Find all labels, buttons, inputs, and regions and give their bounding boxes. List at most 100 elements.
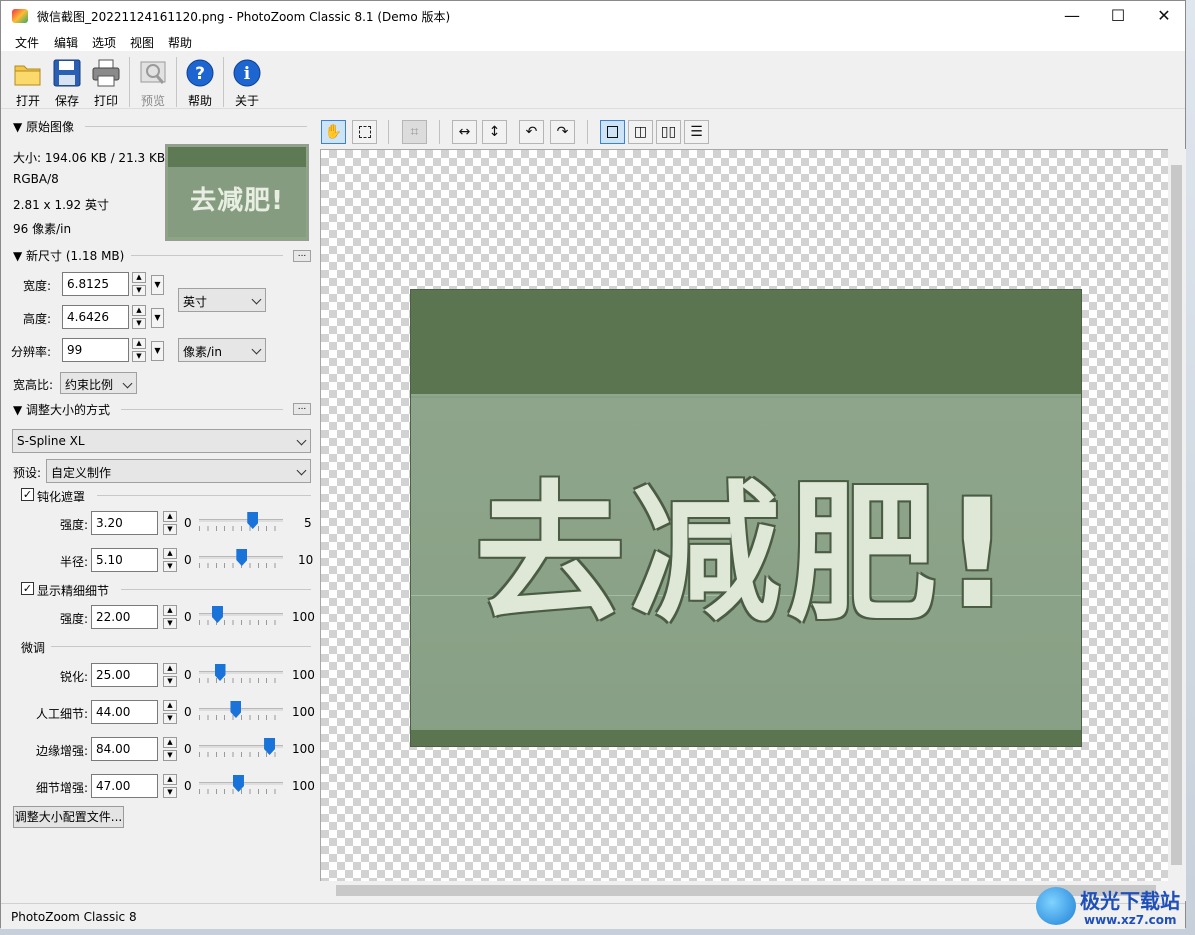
unsharp-mask-checkbox[interactable]: ✓ [21,488,34,501]
watermark-url: www.xz7.com [1084,913,1177,927]
fit-height-button[interactable]: ↕ [482,120,507,144]
divider [51,646,311,647]
artificial-detail-spinner[interactable]: ▲ ▼ [163,700,177,724]
height-unit-dropdown[interactable]: ▼ [151,308,164,328]
toolbar-separator [439,120,440,144]
sharpen-spinner[interactable]: ▲ ▼ [163,663,177,687]
height-label: 高度: [22,312,51,326]
unsharp-strength-slider[interactable] [199,511,283,533]
unsharp-radius-input[interactable]: 5.10 [91,548,158,572]
artificial-detail-slider[interactable] [199,700,283,722]
watermark-logo-icon [1036,887,1076,925]
preview-canvas[interactable]: 去减肥! [320,149,1168,881]
aspect-ratio-select[interactable]: 约束比例 [60,372,137,394]
minimize-button[interactable]: — [1049,1,1095,31]
width-spinner[interactable]: ▲ ▼ [132,272,146,296]
open-button[interactable]: 打开 [8,56,48,108]
slider-min: 0 [184,779,192,793]
menu-view[interactable]: 视图 [130,34,154,51]
new-size-header[interactable]: ▼ 新尺寸 (1.18 MB) [13,247,124,264]
rotate-right-button[interactable]: ↷ [550,120,575,144]
resolution-input[interactable]: 99 [62,338,129,362]
about-button[interactable]: i 关于 [227,56,267,108]
resize-method-select[interactable]: S-Spline XL [12,429,311,453]
original-image-header[interactable]: ▼ 原始图像 [13,118,74,135]
slider-min: 0 [184,610,192,624]
width-input[interactable]: 6.8125 [62,272,129,296]
preview-image-text: 去减肥! [474,468,1018,642]
toolbar-separator [223,57,224,107]
original-thumbnail: 去减肥! [165,144,309,241]
print-button[interactable]: 打印 [86,56,126,108]
menu-options[interactable]: 选项 [92,34,116,51]
vertical-scroll-thumb[interactable] [1171,165,1182,865]
preset-select[interactable]: 自定义制作 [46,459,311,483]
menu-file[interactable]: 文件 [15,34,39,51]
resize-method-options-button[interactable]: ... [293,403,311,415]
artificial-detail-input[interactable]: 44.00 [91,700,158,724]
preview-button[interactable]: 预览 [133,56,173,108]
edge-enhance-spinner[interactable]: ▲ ▼ [163,737,177,761]
fine-detail-spinner[interactable]: ▲ ▼ [163,605,177,629]
unsharp-strength-input[interactable]: 3.20 [91,511,158,535]
unsharp-strength-spinner[interactable]: ▲ ▼ [163,511,177,535]
resize-profiles-button[interactable]: 调整大小配置文件... [13,806,124,828]
save-button[interactable]: 保存 [47,56,87,108]
vertical-scrollbar[interactable] [1168,149,1186,881]
crop-button[interactable]: ⌗ [402,120,427,144]
resolution-dropdown[interactable]: ▼ [151,341,164,361]
close-button[interactable]: ✕ [1141,1,1187,31]
vertical-arrows-icon: ↕ [488,124,501,140]
single-view-button[interactable] [600,120,625,144]
top-bottom-button[interactable]: ☰ [684,120,709,144]
slider-max: 10 [298,553,314,567]
menu-edit[interactable]: 编辑 [54,34,78,51]
height-input[interactable]: 4.6426 [62,305,129,329]
aspect-ratio-label: 宽高比: [12,378,53,392]
edge-enhance-label: 边缘增强: [35,744,88,758]
hand-tool-button[interactable]: ✋ [321,120,346,144]
fine-detail-label: 显示精细细节 [37,584,110,598]
fine-detail-slider[interactable] [199,605,283,627]
sharpen-label: 锐化: [59,670,88,684]
edge-enhance-input[interactable]: 84.00 [91,737,158,761]
detail-enhance-slider[interactable] [199,774,283,796]
width-label: 宽度: [22,279,51,293]
toolbar-separator [587,120,588,144]
folder-icon [13,58,43,88]
menu-help[interactable]: 帮助 [168,34,192,51]
help-button[interactable]: ? 帮助 [180,56,220,108]
unsharp-strength-label: 强度: [59,518,88,532]
horizontal-scroll-thumb[interactable] [336,885,1156,896]
rotate-left-button[interactable]: ↶ [519,120,544,144]
selection-tool-button[interactable] [352,120,377,144]
resolution-spinner[interactable]: ▲ ▼ [132,338,146,362]
maximize-button[interactable]: ☐ [1095,1,1141,31]
resize-method-header[interactable]: ▼ 调整大小的方式 [13,401,110,418]
sharpen-slider[interactable] [199,663,283,685]
slider-ticks [199,620,283,625]
new-size-options-button[interactable]: ... [293,250,311,262]
detail-enhance-spinner[interactable]: ▲ ▼ [163,774,177,798]
edge-enhance-slider[interactable] [199,737,283,759]
split-view-button[interactable]: ◫ [628,120,653,144]
sharpen-input[interactable]: 25.00 [91,663,158,687]
fine-detail-checkbox[interactable]: ✓ [21,582,34,595]
size-unit-select[interactable]: 英寸 [178,288,266,312]
detail-enhance-input[interactable]: 47.00 [91,774,158,798]
fit-width-button[interactable]: ↔ [452,120,477,144]
about-label: 关于 [234,94,259,108]
title-bar: 微信截图_20221124161120.png - PhotoZoom Clas… [1,1,1185,31]
image-top-band [411,290,1081,396]
resolution-unit-select[interactable]: 像素/in [178,338,266,362]
divider [97,495,311,496]
unsharp-radius-label: 半径: [59,555,88,569]
preview-label: 预览 [140,94,165,108]
unsharp-radius-slider[interactable] [199,548,283,570]
divider [85,126,307,127]
unsharp-radius-spinner[interactable]: ▲ ▼ [163,548,177,572]
height-spinner[interactable]: ▲ ▼ [132,305,146,329]
fine-detail-strength-input[interactable]: 22.00 [91,605,158,629]
width-unit-dropdown[interactable]: ▼ [151,275,164,295]
side-by-side-button[interactable]: ▯▯ [656,120,681,144]
